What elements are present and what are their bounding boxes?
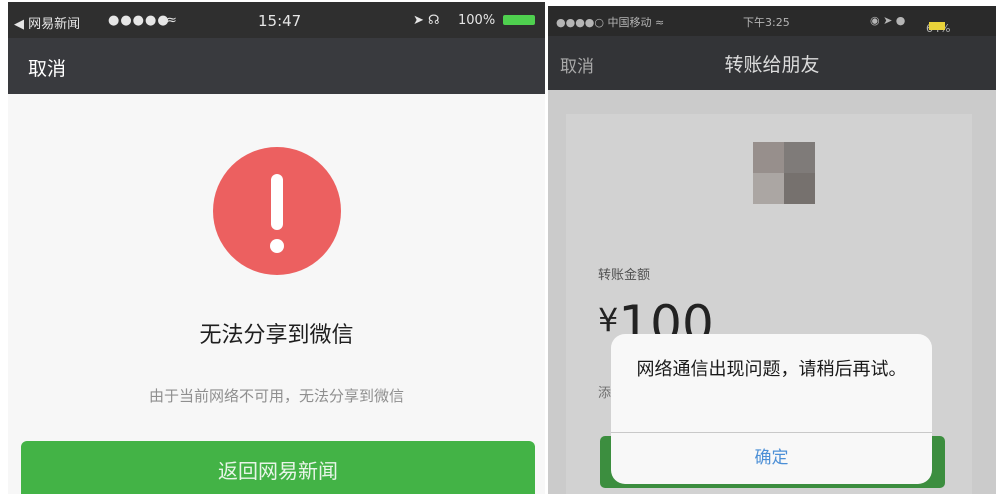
carrier-signal: ●●●●○ 中国移动 ≈ <box>556 16 665 29</box>
status-bar: ●●●●○ 中国移动 ≈ 下午3:25 ◉ ➤ ● 64% <box>548 6 996 36</box>
back-to-app-indicator[interactable]: ◀ 网易新闻 <box>14 13 80 32</box>
status-time: 下午3:25 <box>743 16 790 29</box>
battery-icon <box>503 15 535 25</box>
cancel-button[interactable]: 取消 <box>28 54 66 81</box>
dialog-message: 网络通信出现问题，请稍后再试。 <box>636 359 907 380</box>
exclamation-dot <box>270 239 284 253</box>
return-to-app-button[interactable]: 返回网易新闻 <box>21 441 535 494</box>
nav-bar: 取消 转账给朋友 <box>548 36 996 90</box>
headphone-icon: ➤ ☊ <box>413 13 440 28</box>
status-bar: ◀ 网易新闻 ●●●●● ≈ 15:47 ➤ ☊ 100% <box>8 2 545 38</box>
error-description: 由于当前网络不可用，无法分享到微信 <box>148 387 404 405</box>
screenshot-pair: ◀ 网易新闻 ●●●●● ≈ 15:47 ➤ ☊ 100% 取消 无法分享到微信… <box>0 0 1001 494</box>
exclamation-icon <box>213 147 341 275</box>
battery-percent: 100% <box>458 13 496 28</box>
wechat-transfer-screen: ●●●●○ 中国移动 ≈ 下午3:25 ◉ ➤ ● 64% 取消 转账给朋友 转… <box>548 6 996 494</box>
status-time: 15:47 <box>258 12 302 30</box>
wifi-icon: ≈ <box>166 13 177 28</box>
signal-strength-icon: ●●●●● <box>108 13 170 28</box>
exclamation-bar <box>271 174 283 230</box>
status-icons: ◉ ➤ ● <box>870 14 906 27</box>
page-title: 转账给朋友 <box>724 54 820 76</box>
network-error-dialog: 网络通信出现问题，请稍后再试。 确定 <box>611 334 932 484</box>
nav-bar: 取消 <box>8 38 545 94</box>
wechat-share-error-screen: ◀ 网易新闻 ●●●●● ≈ 15:47 ➤ ☊ 100% 取消 无法分享到微信… <box>8 2 545 494</box>
ok-button[interactable]: 确定 <box>611 433 932 484</box>
error-title: 无法分享到微信 <box>199 323 354 348</box>
battery-icon <box>929 22 945 30</box>
